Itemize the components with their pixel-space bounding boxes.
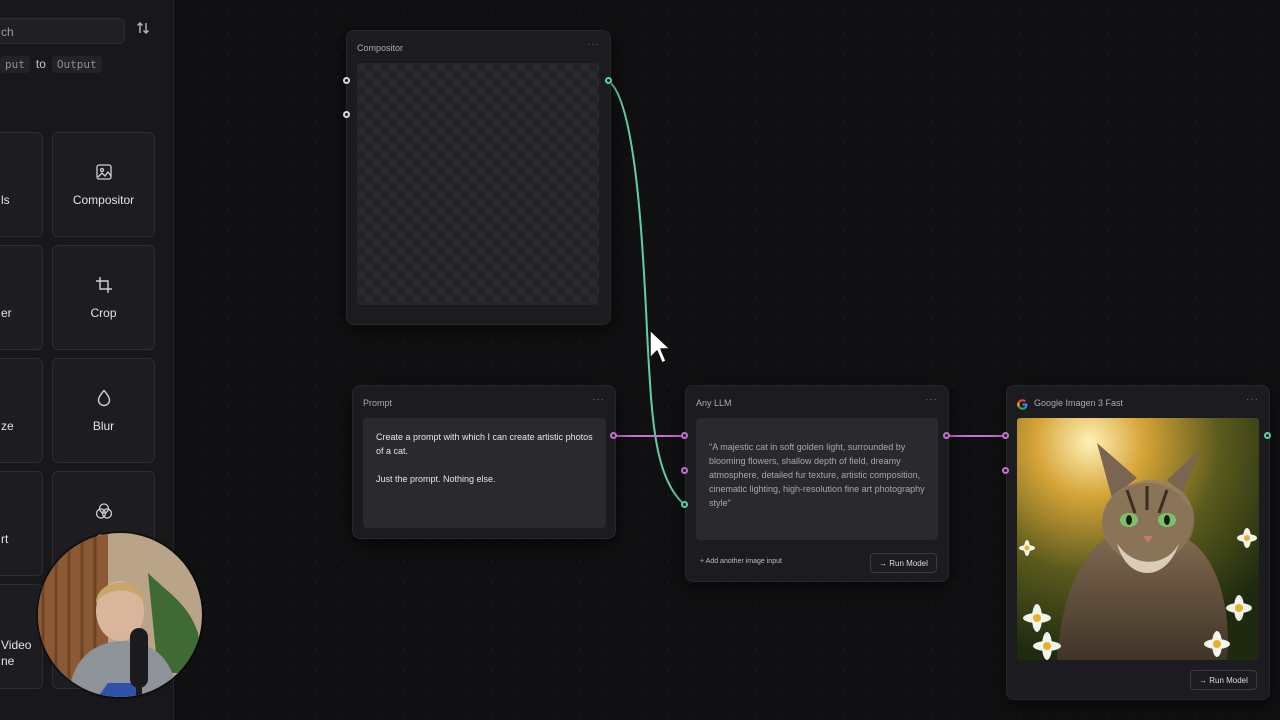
node-title: Prompt bbox=[363, 398, 393, 408]
imagen-negative-input-port[interactable] bbox=[1002, 467, 1009, 474]
llm-node[interactable]: Any LLM ··· "A majestic cat in soft gold… bbox=[685, 385, 949, 582]
compositor-input-port-2[interactable] bbox=[343, 111, 350, 118]
llm-prompt-input-port[interactable] bbox=[681, 432, 688, 439]
prompt-output-port[interactable] bbox=[610, 432, 617, 439]
node-menu-icon[interactable]: ··· bbox=[592, 394, 605, 405]
compositor-node[interactable]: Compositor ··· bbox=[346, 30, 611, 325]
imagen-output-port[interactable] bbox=[1264, 432, 1271, 439]
llm-image-input-port[interactable] bbox=[681, 501, 688, 508]
node-menu-icon[interactable]: ··· bbox=[1246, 394, 1259, 405]
mouse-cursor-icon bbox=[648, 328, 672, 371]
generated-cat-image bbox=[1017, 418, 1259, 660]
run-model-button[interactable]: → Run Model bbox=[1190, 670, 1257, 690]
prompt-node[interactable]: Prompt ··· Create a prompt with which I … bbox=[352, 385, 616, 539]
node-menu-icon[interactable]: ··· bbox=[587, 39, 600, 50]
google-logo-icon bbox=[1017, 397, 1028, 410]
image-wire bbox=[607, 80, 686, 506]
presenter-webcam bbox=[38, 533, 202, 697]
prompt-textarea[interactable]: Create a prompt with which I can create … bbox=[363, 418, 606, 528]
imagen-node[interactable]: Google Imagen 3 Fast ··· → Run Model bbox=[1006, 385, 1270, 700]
compositor-input-port-1[interactable] bbox=[343, 77, 350, 84]
node-title: Google Imagen 3 Fast bbox=[1034, 398, 1124, 408]
node-title: Any LLM bbox=[696, 398, 732, 408]
llm-system-input-port[interactable] bbox=[681, 467, 688, 474]
run-model-button[interactable]: → Run Model bbox=[870, 553, 937, 573]
imagen-prompt-input-port[interactable] bbox=[1002, 432, 1009, 439]
llm-output-port[interactable] bbox=[943, 432, 950, 439]
node-menu-icon[interactable]: ··· bbox=[925, 394, 938, 405]
add-image-input-link[interactable]: + Add another image input bbox=[700, 558, 782, 565]
compositor-output-port[interactable] bbox=[605, 77, 612, 84]
llm-output-text: "A majestic cat in soft golden light, su… bbox=[696, 418, 938, 540]
node-title: Compositor bbox=[357, 43, 404, 53]
canvas-preview bbox=[357, 63, 599, 305]
